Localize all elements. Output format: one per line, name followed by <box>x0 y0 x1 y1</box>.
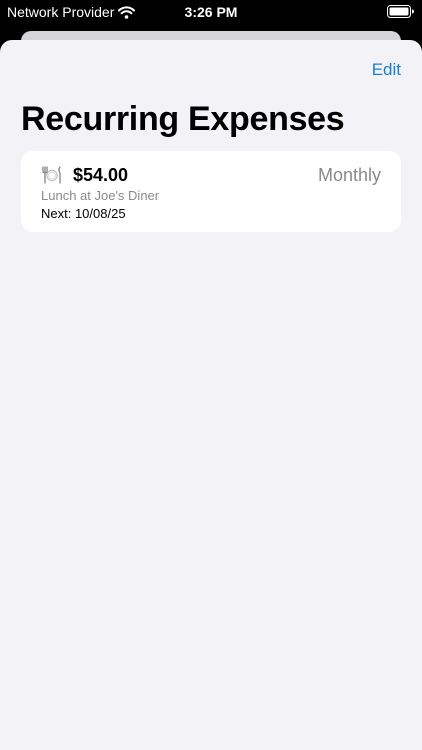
status-bar: Network Provider 3:26 PM <box>0 0 422 24</box>
plate-with-cutlery-icon <box>42 166 61 184</box>
expense-card[interactable]: $54.00 Monthly Lunch at Joe's Diner Next… <box>21 151 401 232</box>
recurring-expenses-sheet: Edit Recurring Expenses $54.00 Monthly L… <box>0 40 422 750</box>
edit-button[interactable]: Edit <box>372 60 401 80</box>
expense-frequency: Monthly <box>317 165 381 185</box>
expense-amount: $54.00 <box>73 165 129 185</box>
expense-description: Lunch at Joe's Diner <box>41 188 160 203</box>
battery-icon <box>387 5 414 18</box>
expense-next-date: Next: 10/08/25 <box>41 206 126 221</box>
page-title: Recurring Expenses <box>21 100 345 138</box>
status-time: 3:26 PM <box>184 4 238 20</box>
status-right <box>387 5 414 21</box>
